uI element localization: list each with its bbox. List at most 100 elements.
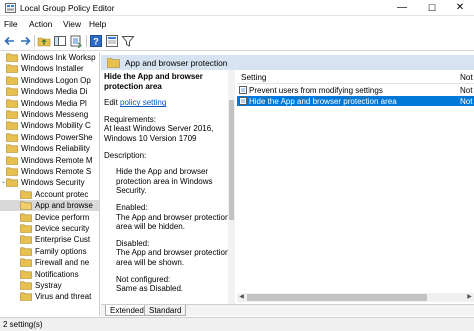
folder-icon xyxy=(20,235,32,245)
requirements-label: Requirements: xyxy=(104,114,157,124)
folder-icon xyxy=(20,281,32,290)
edit-prefix: Edit xyxy=(104,98,118,108)
tree-item-label: Windows Messeng xyxy=(21,110,89,119)
tree-item[interactable]: Windows Mobility C xyxy=(0,120,99,131)
tree-item[interactable]: Windows Ink Worksp xyxy=(0,52,99,63)
folder-icon xyxy=(6,87,18,96)
details-pane: App and browser protection Hide the App … xyxy=(101,52,474,304)
scroll-right-icon[interactable]: ▶ xyxy=(465,293,474,302)
policy-tree: Windows Ink Worksp Windows Installer Windo… xyxy=(0,52,100,316)
tree-item-label: Windows PowerShe xyxy=(21,132,93,142)
tree-item[interactable]: Windows Media Pl xyxy=(0,98,99,109)
setting-state: Not xyxy=(460,86,473,95)
settings-list: Setting Not Prevent users from modifying… xyxy=(237,70,474,304)
scroll-left-icon[interactable]: ◀ xyxy=(237,293,246,302)
disabled-label: Disabled: xyxy=(116,238,150,248)
minimize-button[interactable]: — xyxy=(388,0,416,16)
tree-item-label: Device security xyxy=(35,224,90,233)
enabled-label: Enabled: xyxy=(116,202,148,212)
folder-icon xyxy=(6,121,18,131)
menu-view[interactable]: View xyxy=(63,19,81,29)
tree-item-label: Windows Media Pl xyxy=(21,98,87,108)
status-bar: 2 setting(s) xyxy=(0,317,474,331)
tree-item[interactable]: Notifications xyxy=(0,269,99,280)
tree-item[interactable]: Systray xyxy=(0,280,99,291)
properties-icon[interactable] xyxy=(105,34,119,48)
tree-item[interactable]: Firewall and ne xyxy=(0,257,99,268)
list-horizontal-scrollbar[interactable]: ◀ ▶ xyxy=(237,293,474,302)
tree-item[interactable]: Account protec xyxy=(0,189,99,200)
scrollbar-thumb[interactable] xyxy=(247,294,427,301)
disabled-text: The App and browser protection area will… xyxy=(116,248,230,267)
tree-item[interactable]: Windows Remote M xyxy=(0,155,99,166)
tree-item[interactable]: Enterprise Cust xyxy=(0,234,99,245)
setting-name: Hide the App and browser protection area xyxy=(249,97,397,106)
toolbar-separator xyxy=(34,35,35,47)
toolbar: ? xyxy=(0,31,474,51)
folder-icon xyxy=(6,167,18,176)
folder-icon xyxy=(20,270,32,279)
tab-extended[interactable]: Extended xyxy=(105,305,149,316)
tree-item[interactable]: Windows Remote S xyxy=(0,166,99,177)
policy-setting-icon xyxy=(239,86,247,94)
column-header-state[interactable]: Not xyxy=(460,73,473,82)
app-icon xyxy=(5,3,16,13)
filter-icon[interactable] xyxy=(121,34,135,48)
tree-item[interactable]: Device perform xyxy=(0,212,99,223)
tree-item-label: Systray xyxy=(35,281,62,290)
help-icon[interactable]: ? xyxy=(89,34,103,48)
tree-item[interactable]: Windows PowerShe xyxy=(0,132,99,143)
menu-bar: File Action View Help xyxy=(0,17,474,31)
edit-policy-setting-link[interactable]: policy setting xyxy=(120,98,166,107)
tree-item-label: Windows Reliability xyxy=(21,144,90,154)
export-list-icon[interactable] xyxy=(69,34,83,48)
folder-icon xyxy=(20,213,32,222)
category-header: App and browser protection xyxy=(101,55,474,70)
menu-action[interactable]: Action xyxy=(29,19,52,29)
tree-item[interactable]: Windows Messeng xyxy=(0,109,99,120)
folder-icon xyxy=(20,247,32,256)
tree-item-selected[interactable]: App and browse xyxy=(0,200,99,212)
folder-icon xyxy=(6,110,18,119)
list-row[interactable]: Prevent users from modifying settings No… xyxy=(237,85,474,95)
tree-item-label: Device perform xyxy=(35,212,90,222)
maximize-button[interactable]: ☐ xyxy=(418,0,446,16)
folder-icon xyxy=(20,224,32,233)
setting-state: Not xyxy=(460,97,473,106)
tree-item[interactable]: Windows Reliability xyxy=(0,143,99,154)
folder-icon xyxy=(20,258,32,267)
window-title: Local Group Policy Editor xyxy=(20,3,115,13)
up-folder-icon[interactable] xyxy=(37,34,51,48)
folder-icon xyxy=(6,76,18,85)
tree-item[interactable]: Windows Installer xyxy=(0,63,99,74)
folder-icon xyxy=(6,53,18,62)
tree-item[interactable]: ⌄ Windows Security xyxy=(0,177,99,188)
column-header-setting[interactable]: Setting xyxy=(241,73,267,82)
description-scrollbar[interactable] xyxy=(228,70,235,304)
tree-item[interactable]: Windows Media Di xyxy=(0,86,99,97)
description-text: Hide the App and browser protection area… xyxy=(116,167,213,196)
tree-item[interactable]: Virus and threat xyxy=(0,291,99,302)
tab-standard[interactable]: Standard xyxy=(144,305,187,316)
tree-item-label: Notifications xyxy=(35,269,79,279)
status-text: 2 setting(s) xyxy=(3,320,43,329)
tree-item-label: Firewall and ne xyxy=(35,258,90,268)
menu-help[interactable]: Help xyxy=(89,19,106,29)
extended-description: Hide the App and browser protection area… xyxy=(101,70,235,304)
scrollbar-thumb[interactable] xyxy=(229,100,234,220)
back-icon[interactable] xyxy=(3,34,17,48)
tree-item[interactable]: Device security xyxy=(0,223,99,234)
description-label: Description: xyxy=(104,150,147,160)
forward-icon[interactable] xyxy=(18,34,32,48)
close-button[interactable]: ✕ xyxy=(446,0,474,16)
tree-item[interactable]: Family options xyxy=(0,246,99,257)
folder-icon xyxy=(6,144,18,153)
list-row-selected[interactable]: Hide the App and browser protection area… xyxy=(237,96,474,106)
menu-file[interactable]: File xyxy=(4,19,18,29)
tree-item-label: Windows Media Di xyxy=(21,87,88,97)
show-hide-tree-icon[interactable] xyxy=(53,34,67,48)
tree-item[interactable]: Windows Logon Op xyxy=(0,75,99,86)
tree-item-label: Family options xyxy=(35,246,87,256)
tree-item-label: Windows Remote M xyxy=(21,155,93,165)
folder-icon xyxy=(20,201,32,210)
